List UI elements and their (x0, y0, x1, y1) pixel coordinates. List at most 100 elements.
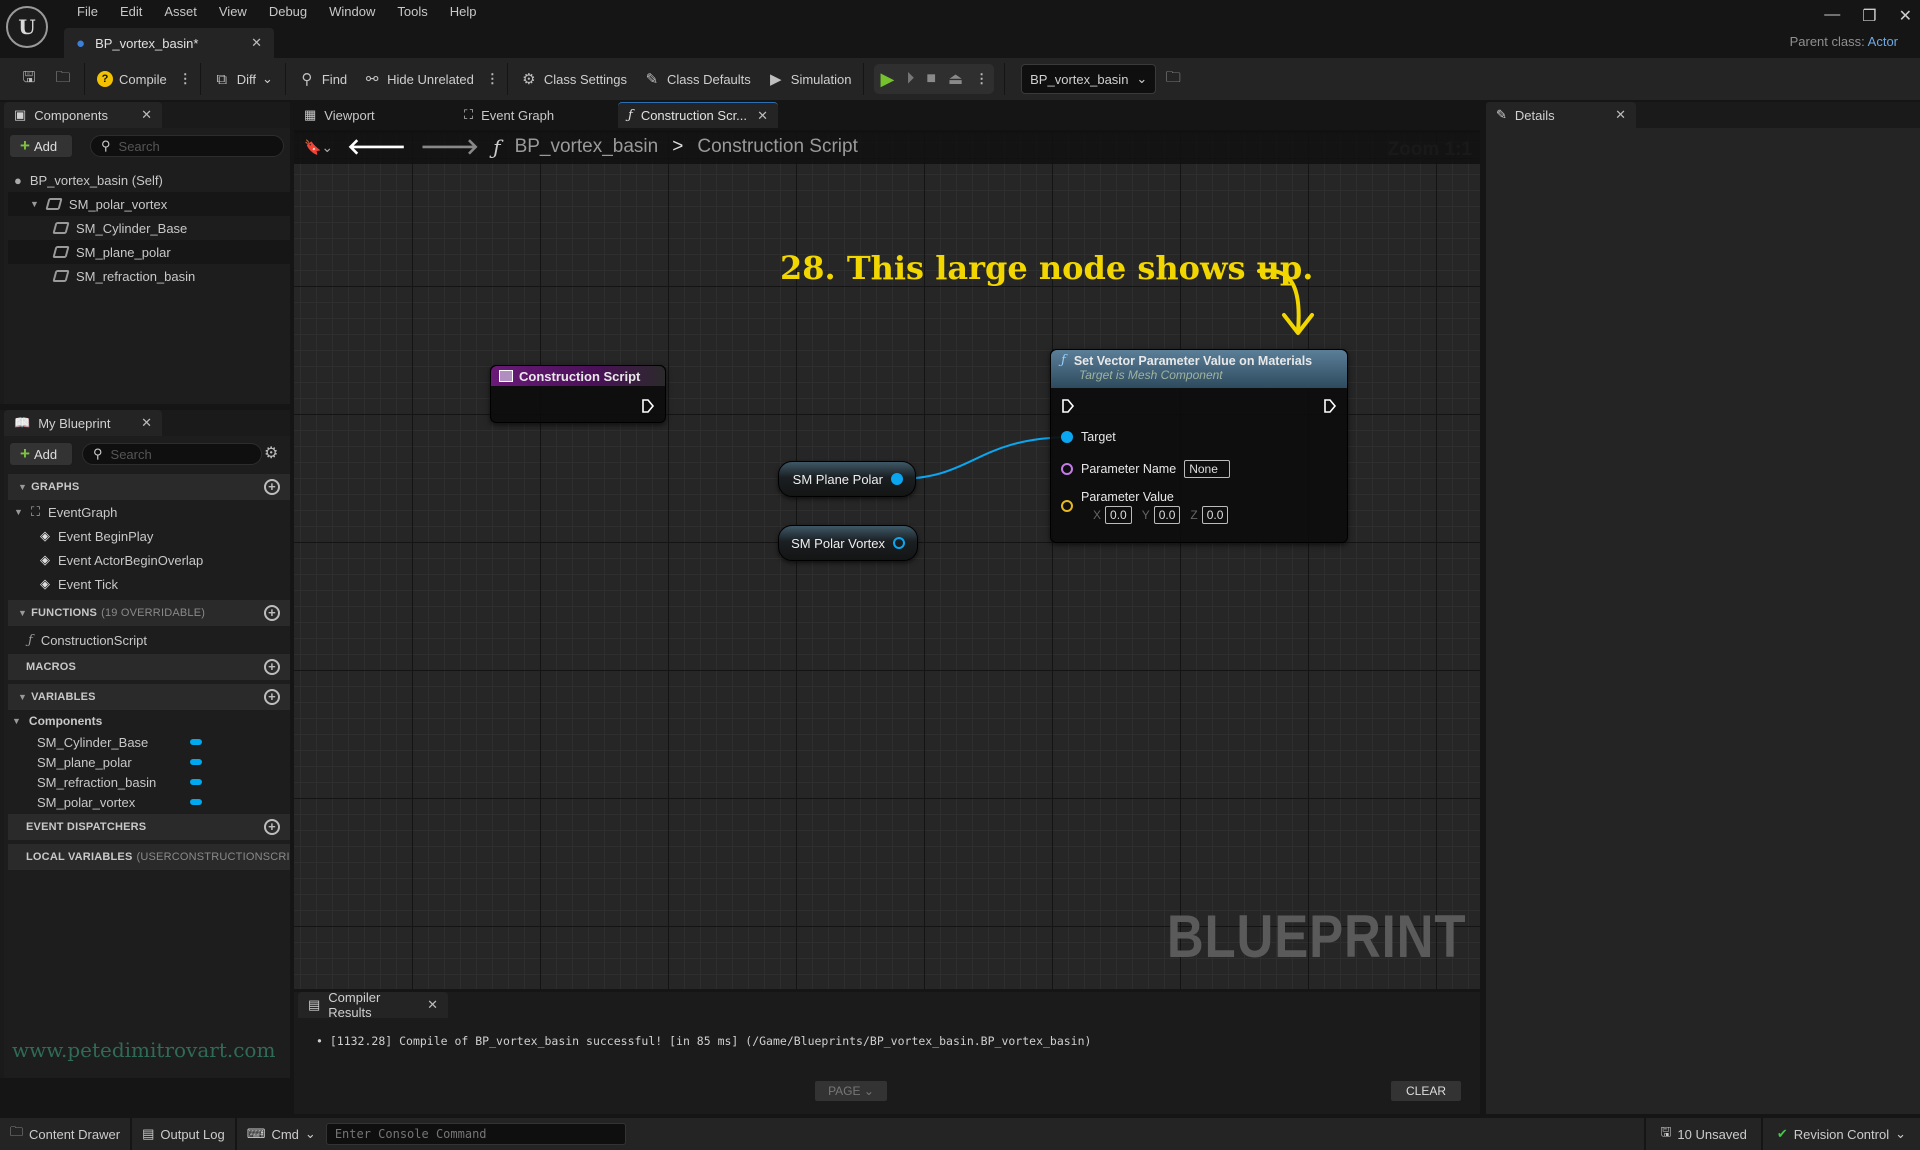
eject-button[interactable]: ⏏ (948, 69, 963, 89)
x-input[interactable]: 0.0 (1105, 506, 1132, 524)
variable-get-node[interactable]: SM Plane Polar (778, 461, 916, 497)
browse-debug-object-button[interactable]: 🗀 (1156, 63, 1190, 95)
content-drawer-button[interactable]: 🗀 Content Drawer (0, 1118, 133, 1150)
variable-item[interactable]: SM_refraction_basin (8, 772, 290, 792)
restore-button[interactable]: ❐ (1862, 6, 1876, 26)
menu-debug[interactable]: Debug (258, 3, 318, 21)
close-icon[interactable]: ✕ (1615, 107, 1626, 123)
save-button[interactable]: 🖫 (12, 63, 46, 95)
revision-control-button[interactable]: ✔ Revision Control ⌄ (1763, 1118, 1920, 1150)
add-variable-button[interactable]: + (264, 689, 280, 705)
back-arrow-icon[interactable]: 🡐 (347, 134, 406, 160)
parameter-name-input[interactable]: None (1184, 460, 1231, 478)
tab-event-graph[interactable]: ⛶ Event Graph (454, 102, 614, 128)
components-search-input[interactable]: ⚲ Search (90, 135, 284, 157)
output-log-button[interactable]: ▤ Output Log (132, 1118, 237, 1150)
event-item[interactable]: ◈ Event BeginPlay (8, 524, 290, 548)
my-blueprint-tab[interactable]: 📖 My Blueprint ✕ (4, 410, 162, 436)
unsaved-button[interactable]: 🖫 10 Unsaved (1644, 1118, 1763, 1150)
close-icon[interactable]: ✕ (141, 107, 152, 123)
menu-edit[interactable]: Edit (109, 3, 153, 21)
close-icon[interactable]: ✕ (427, 997, 438, 1013)
browse-button[interactable]: 🗀 (46, 63, 80, 95)
tree-item[interactable]: ▼ SM_polar_vortex (8, 192, 290, 216)
exec-out-pin[interactable] (641, 398, 655, 414)
parameter-value-pin[interactable] (1061, 500, 1073, 512)
menu-file[interactable]: File (66, 3, 109, 21)
parent-class-link[interactable]: Actor (1868, 34, 1898, 49)
close-window-button[interactable]: ✕ (1899, 6, 1912, 26)
graphs-section-header[interactable]: ▼ GRAPHS + (8, 474, 290, 500)
unreal-logo-icon[interactable]: U (6, 6, 48, 48)
add-component-button[interactable]: + Add (9, 134, 73, 158)
class-defaults-button[interactable]: ✎ Class Defaults (635, 63, 759, 95)
menu-window[interactable]: Window (318, 3, 386, 21)
breadcrumb-root[interactable]: BP_vortex_basin (515, 136, 659, 158)
class-settings-button[interactable]: ⚙ Class Settings (512, 63, 635, 95)
forward-arrow-icon[interactable]: 🡒 (420, 134, 479, 160)
settings-gear-icon[interactable]: ⚙ (264, 443, 278, 463)
console-command-input[interactable] (325, 1123, 626, 1145)
macros-section-header[interactable]: MACROS + (8, 654, 290, 680)
parameter-name-pin[interactable] (1061, 463, 1073, 475)
cmd-dropdown[interactable]: ⌨ Cmd ⌄ (237, 1118, 326, 1150)
add-graph-button[interactable]: + (264, 479, 280, 495)
find-button[interactable]: ⚲ Find (290, 63, 355, 95)
minimize-button[interactable]: — (1824, 6, 1840, 26)
debug-object-select[interactable]: BP_vortex_basin ⌄ (1021, 64, 1157, 94)
add-event-dispatcher-button[interactable]: + (264, 819, 280, 835)
function-item[interactable]: ƒ ConstructionScript (8, 626, 290, 654)
menu-help[interactable]: Help (439, 3, 488, 21)
z-input[interactable]: 0.0 (1201, 506, 1229, 524)
output-pin-connected[interactable] (891, 473, 903, 485)
my-blueprint-search-input[interactable]: ⚲ Search (82, 443, 262, 465)
functions-section-header[interactable]: ▼ FUNCTIONS (19 OVERRIDABLE) + (8, 600, 290, 626)
add-member-button[interactable]: + Add (9, 442, 73, 466)
exec-in-pin[interactable] (1061, 398, 1075, 414)
compiler-results-tab[interactable]: ▤ Compiler Results ✕ (298, 990, 448, 1020)
add-macro-button[interactable]: + (264, 659, 280, 675)
simulation-button[interactable]: ▶ Simulation (759, 63, 860, 95)
menu-tools[interactable]: Tools (386, 3, 438, 21)
variable-item[interactable]: SM_plane_polar (8, 752, 290, 772)
variable-item[interactable]: SM_Cylinder_Base (8, 732, 290, 752)
bookmark-button[interactable]: 🔖⌄ (304, 139, 333, 156)
play-button[interactable]: ▶ (880, 69, 894, 90)
document-tab[interactable]: ● BP_vortex_basin* ✕ (64, 28, 274, 58)
set-vector-parameter-node[interactable]: ƒ Set Vector Parameter Value on Material… (1050, 349, 1348, 543)
menu-asset[interactable]: Asset (153, 3, 208, 21)
tree-item[interactable]: SM_Cylinder_Base (8, 216, 290, 240)
event-item[interactable]: ◈ Event ActorBeginOverlap (8, 548, 290, 572)
local-variables-section-header[interactable]: LOCAL VARIABLES (USERCONSTRUCTIONSCRI + (8, 844, 290, 870)
event-graph-item[interactable]: ▼ ⛶ EventGraph (8, 500, 290, 524)
exec-out-pin[interactable] (1323, 398, 1337, 414)
event-dispatchers-section-header[interactable]: EVENT DISPATCHERS + (8, 814, 290, 840)
details-tab[interactable]: ✎ Details ✕ (1486, 102, 1636, 128)
variable-category[interactable]: ▼ Components (8, 710, 290, 732)
variable-get-node[interactable]: SM Polar Vortex (778, 525, 918, 561)
tab-construction-script[interactable]: ƒ Construction Scr... ✕ (618, 102, 778, 128)
play-options-button[interactable]: ⋮ (975, 71, 988, 87)
event-item[interactable]: ◈ Event Tick (8, 572, 290, 596)
graph-canvas[interactable]: Zoom 1:1 BLUEPRINT 28. This large node s… (294, 133, 1480, 989)
tree-item[interactable]: SM_refraction_basin (8, 264, 290, 288)
components-tab[interactable]: ▣ Components ✕ (4, 102, 162, 128)
compile-button[interactable]: ? Compile (89, 63, 175, 95)
tree-item-self[interactable]: ● BP_vortex_basin (Self) (8, 168, 290, 192)
tab-viewport[interactable]: ▦ Viewport (294, 102, 444, 128)
menu-view[interactable]: View (208, 3, 258, 21)
close-icon[interactable]: ✕ (141, 415, 152, 431)
target-pin[interactable] (1061, 431, 1073, 443)
tree-item[interactable]: SM_plane_polar (8, 240, 290, 264)
advance-frame-button[interactable]: ⏵ (906, 70, 914, 88)
page-dropdown[interactable]: PAGE ⌄ (814, 1080, 888, 1102)
construction-script-node[interactable]: Construction Script (490, 365, 666, 423)
diff-button[interactable]: ⧉ Diff ⌄ (205, 63, 281, 95)
collapse-arrow-icon[interactable]: ▼ (30, 199, 39, 209)
hide-unrelated-button[interactable]: ⚯ Hide Unrelated (355, 63, 482, 95)
add-function-button[interactable]: + (264, 605, 280, 621)
variables-section-header[interactable]: ▼ VARIABLES + (8, 684, 290, 710)
stop-button[interactable]: ■ (926, 70, 936, 88)
output-pin[interactable] (893, 537, 905, 549)
close-icon[interactable]: ✕ (251, 35, 262, 51)
